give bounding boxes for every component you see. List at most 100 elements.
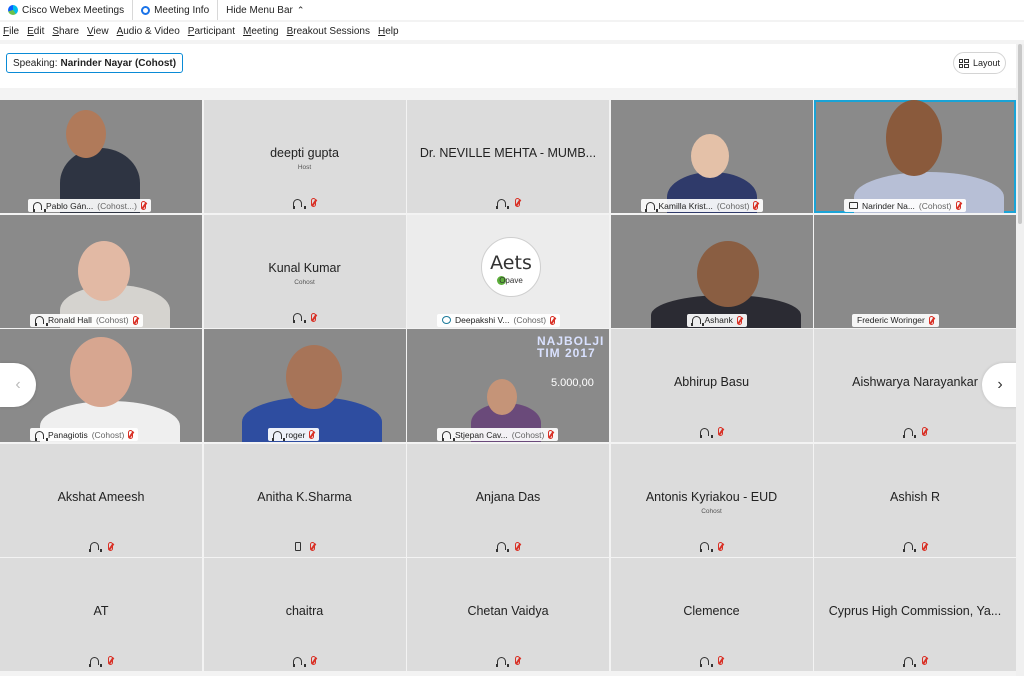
participant-video-head bbox=[78, 240, 130, 301]
muted-mic-icon[interactable] bbox=[140, 201, 146, 210]
muted-mic-icon[interactable] bbox=[514, 541, 520, 551]
headset-icon bbox=[645, 201, 658, 212]
muted-mic-icon[interactable] bbox=[753, 201, 759, 210]
muted-mic-icon[interactable] bbox=[311, 656, 316, 665]
muted-mic-icon[interactable] bbox=[928, 315, 934, 325]
participant-tile[interactable]: Dr. NEVILLE MEHTA - MUMB... bbox=[407, 100, 609, 213]
muted-mic-icon[interactable] bbox=[107, 656, 113, 665]
muted-mic-icon[interactable] bbox=[311, 312, 316, 322]
muted-mic-icon[interactable] bbox=[107, 541, 113, 551]
menu-item[interactable]: View bbox=[84, 26, 112, 37]
participant-tile[interactable]: Kamilla Krist... (Cohost) bbox=[610, 100, 813, 213]
muted-mic-icon[interactable] bbox=[128, 430, 134, 439]
muted-mic-icon[interactable] bbox=[550, 315, 556, 325]
participant-role: (Cohost) bbox=[513, 315, 547, 325]
participant-status-icons bbox=[0, 541, 202, 552]
participant-tile[interactable]: roger bbox=[203, 329, 406, 442]
participant-tile[interactable]: Anitha K.Sharma bbox=[203, 443, 406, 557]
participant-video-grid: Pablo Gán... (Cohost...) deepti gupta Host D… bbox=[0, 100, 1016, 672]
participant-tile[interactable]: Ashish R bbox=[814, 443, 1016, 557]
muted-mic-icon[interactable] bbox=[955, 201, 961, 210]
participant-tile[interactable]: chaitra bbox=[203, 558, 406, 671]
participant-tile[interactable]: Akshat Ameesh bbox=[0, 443, 202, 557]
participant-tile[interactable]: Abhirup Basu bbox=[610, 329, 813, 442]
meeting-info-button[interactable]: Meeting Info bbox=[132, 0, 217, 20]
participant-role: (Cohost...) bbox=[97, 200, 137, 211]
muted-mic-icon[interactable] bbox=[548, 430, 554, 439]
participant-tile[interactable]: Pablo Gán... (Cohost...) bbox=[0, 100, 202, 213]
headset-icon bbox=[441, 430, 455, 441]
participant-status-icons bbox=[407, 541, 609, 552]
muted-mic-icon[interactable] bbox=[514, 656, 520, 665]
participant-tile[interactable]: Cyprus High Commission, Ya... bbox=[814, 558, 1016, 671]
muted-mic-icon[interactable] bbox=[718, 656, 723, 665]
participant-name: Ashish R bbox=[889, 489, 941, 504]
participant-name: deepti gupta bbox=[270, 146, 339, 160]
muted-mic-icon[interactable] bbox=[132, 315, 138, 325]
participant-name-label: Ashank bbox=[686, 313, 747, 327]
participant-name: Antonis Kyriakou - EUD bbox=[645, 489, 778, 504]
next-page-button[interactable]: › bbox=[982, 363, 1018, 407]
grid-layout-icon bbox=[958, 58, 969, 68]
menu-item-label: udio & Video bbox=[123, 25, 180, 37]
menu-item[interactable]: Share bbox=[49, 26, 82, 37]
participant-status-icons bbox=[611, 656, 813, 667]
logo-subtext: Opave bbox=[499, 275, 523, 285]
participant-tile[interactable]: Anjana Das bbox=[407, 443, 609, 557]
participant-tile[interactable]: AT bbox=[0, 558, 202, 671]
participant-tile[interactable]: Antonis Kyriakou - EUD Cohost bbox=[610, 443, 813, 557]
participant-tile[interactable]: Frederic Woringer bbox=[814, 214, 1016, 328]
muted-mic-icon[interactable] bbox=[311, 198, 316, 207]
muted-mic-icon[interactable] bbox=[921, 427, 927, 436]
menu-item[interactable]: Meeting bbox=[240, 26, 282, 37]
headset-icon bbox=[903, 427, 916, 438]
menu-item[interactable]: Participant bbox=[185, 26, 238, 37]
headset-icon bbox=[292, 198, 306, 209]
webex-logo-icon bbox=[8, 5, 18, 15]
participant-tile[interactable]: Ronald Hall (Cohost) bbox=[0, 214, 202, 328]
participant-tile[interactable]: Chetan Vaidya bbox=[407, 558, 609, 671]
scrollbar-thumb[interactable] bbox=[1018, 44, 1022, 224]
muted-mic-icon[interactable] bbox=[921, 541, 927, 551]
muted-mic-icon[interactable] bbox=[718, 427, 723, 436]
menu-item[interactable]: Help bbox=[375, 26, 402, 37]
menu-accelerator: E bbox=[27, 25, 34, 37]
participant-tile[interactable]: deepti gupta Host bbox=[203, 100, 406, 213]
muted-mic-icon[interactable] bbox=[921, 656, 927, 665]
layout-button[interactable]: Layout bbox=[953, 52, 1006, 74]
participant-status-icons bbox=[204, 198, 406, 209]
muted-mic-icon[interactable] bbox=[309, 430, 315, 439]
menu-item-label: ile bbox=[9, 25, 20, 37]
participant-name: Deepakshi V... bbox=[455, 315, 510, 325]
participant-video-head bbox=[487, 379, 517, 415]
muted-mic-icon[interactable] bbox=[736, 315, 742, 325]
menu-item[interactable]: Edit bbox=[24, 26, 47, 37]
menu-item-label: iew bbox=[93, 25, 109, 37]
participant-tile[interactable]: NAJBOLJI TIM 2017 5.000,00 Stjepan Cav... (C… bbox=[407, 329, 609, 442]
muted-mic-icon[interactable] bbox=[309, 541, 315, 551]
menu-item-label: reakout Sessions bbox=[293, 25, 370, 37]
participant-name: Kamilla Krist... bbox=[658, 200, 713, 211]
participant-tile[interactable]: Narinder Na... (Cohost) bbox=[814, 100, 1016, 213]
participant-tile[interactable]: Aets Opave Deepakshi V... (Cohost) bbox=[407, 214, 609, 328]
participant-name: Akshat Ameesh bbox=[57, 489, 145, 504]
menu-item[interactable]: Audio & Video bbox=[114, 26, 183, 37]
participant-tile[interactable]: Kunal Kumar Cohost bbox=[203, 214, 406, 328]
headset-icon bbox=[699, 542, 713, 552]
hide-menu-bar-button[interactable]: Hide Menu Bar ⌃ bbox=[217, 0, 312, 20]
menu-item[interactable]: File bbox=[0, 26, 22, 37]
participant-status-icons bbox=[204, 312, 406, 323]
menu-item[interactable]: Breakout Sessions bbox=[284, 26, 373, 37]
participant-tile[interactable]: Clemence bbox=[610, 558, 813, 671]
participant-video-head bbox=[285, 345, 342, 409]
participant-role: (Cohost) bbox=[716, 200, 750, 211]
menu-item-label: elp bbox=[385, 25, 399, 37]
participant-tile[interactable]: Ashank bbox=[610, 214, 813, 328]
headset-icon bbox=[699, 427, 713, 438]
muted-mic-icon[interactable] bbox=[514, 198, 520, 207]
participant-name: AT bbox=[93, 604, 109, 618]
muted-mic-icon[interactable] bbox=[718, 541, 723, 551]
headset-icon bbox=[496, 542, 509, 552]
participant-name-label: roger bbox=[267, 428, 320, 441]
participant-name: Abhirup Basu bbox=[673, 375, 750, 389]
